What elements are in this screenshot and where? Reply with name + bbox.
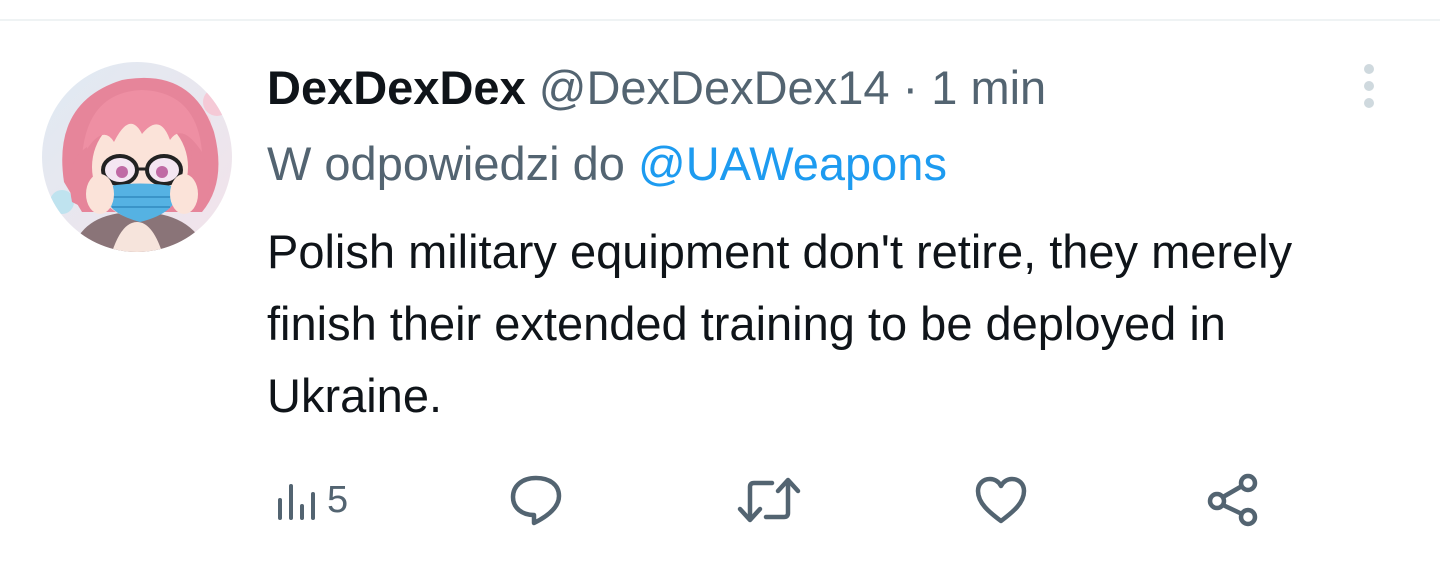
retweet-button[interactable]	[736, 470, 802, 530]
tweet-actions: 5	[270, 470, 1370, 530]
share-button[interactable]	[1206, 470, 1260, 530]
views-count: 5	[327, 478, 349, 521]
reply-icon	[510, 475, 562, 526]
timestamp[interactable]: 1 min	[931, 61, 1046, 114]
separator-dot: ·	[902, 61, 919, 114]
share-icon	[1207, 473, 1258, 527]
more-options-icon	[1364, 64, 1374, 108]
tweet-body: DexDexDex @DexDexDex14 · 1 min W odpowie…	[267, 58, 1347, 432]
like-icon	[975, 476, 1027, 524]
tweet-text: Polish military equipment don't retire, …	[267, 225, 1293, 422]
more-options-button[interactable]	[1352, 60, 1386, 112]
views-icon	[278, 484, 315, 520]
tweet-header: DexDexDex @DexDexDex14 · 1 min	[267, 58, 1347, 118]
user-handle[interactable]: @DexDexDex14	[539, 61, 890, 114]
retweet-icon	[737, 477, 801, 523]
reply-to-link[interactable]: @UAWeapons	[638, 137, 947, 190]
reply-context: W odpowiedzi do @UAWeapons	[267, 134, 1347, 194]
anime-avatar-icon	[42, 62, 232, 252]
top-divider	[0, 19, 1440, 21]
views-button[interactable]: 5	[275, 470, 348, 530]
reply-prefix: W odpowiedzi do	[267, 137, 625, 190]
display-name[interactable]: DexDexDex	[267, 61, 526, 114]
like-button[interactable]	[973, 470, 1029, 530]
avatar[interactable]	[42, 62, 232, 252]
reply-button[interactable]	[508, 470, 564, 530]
